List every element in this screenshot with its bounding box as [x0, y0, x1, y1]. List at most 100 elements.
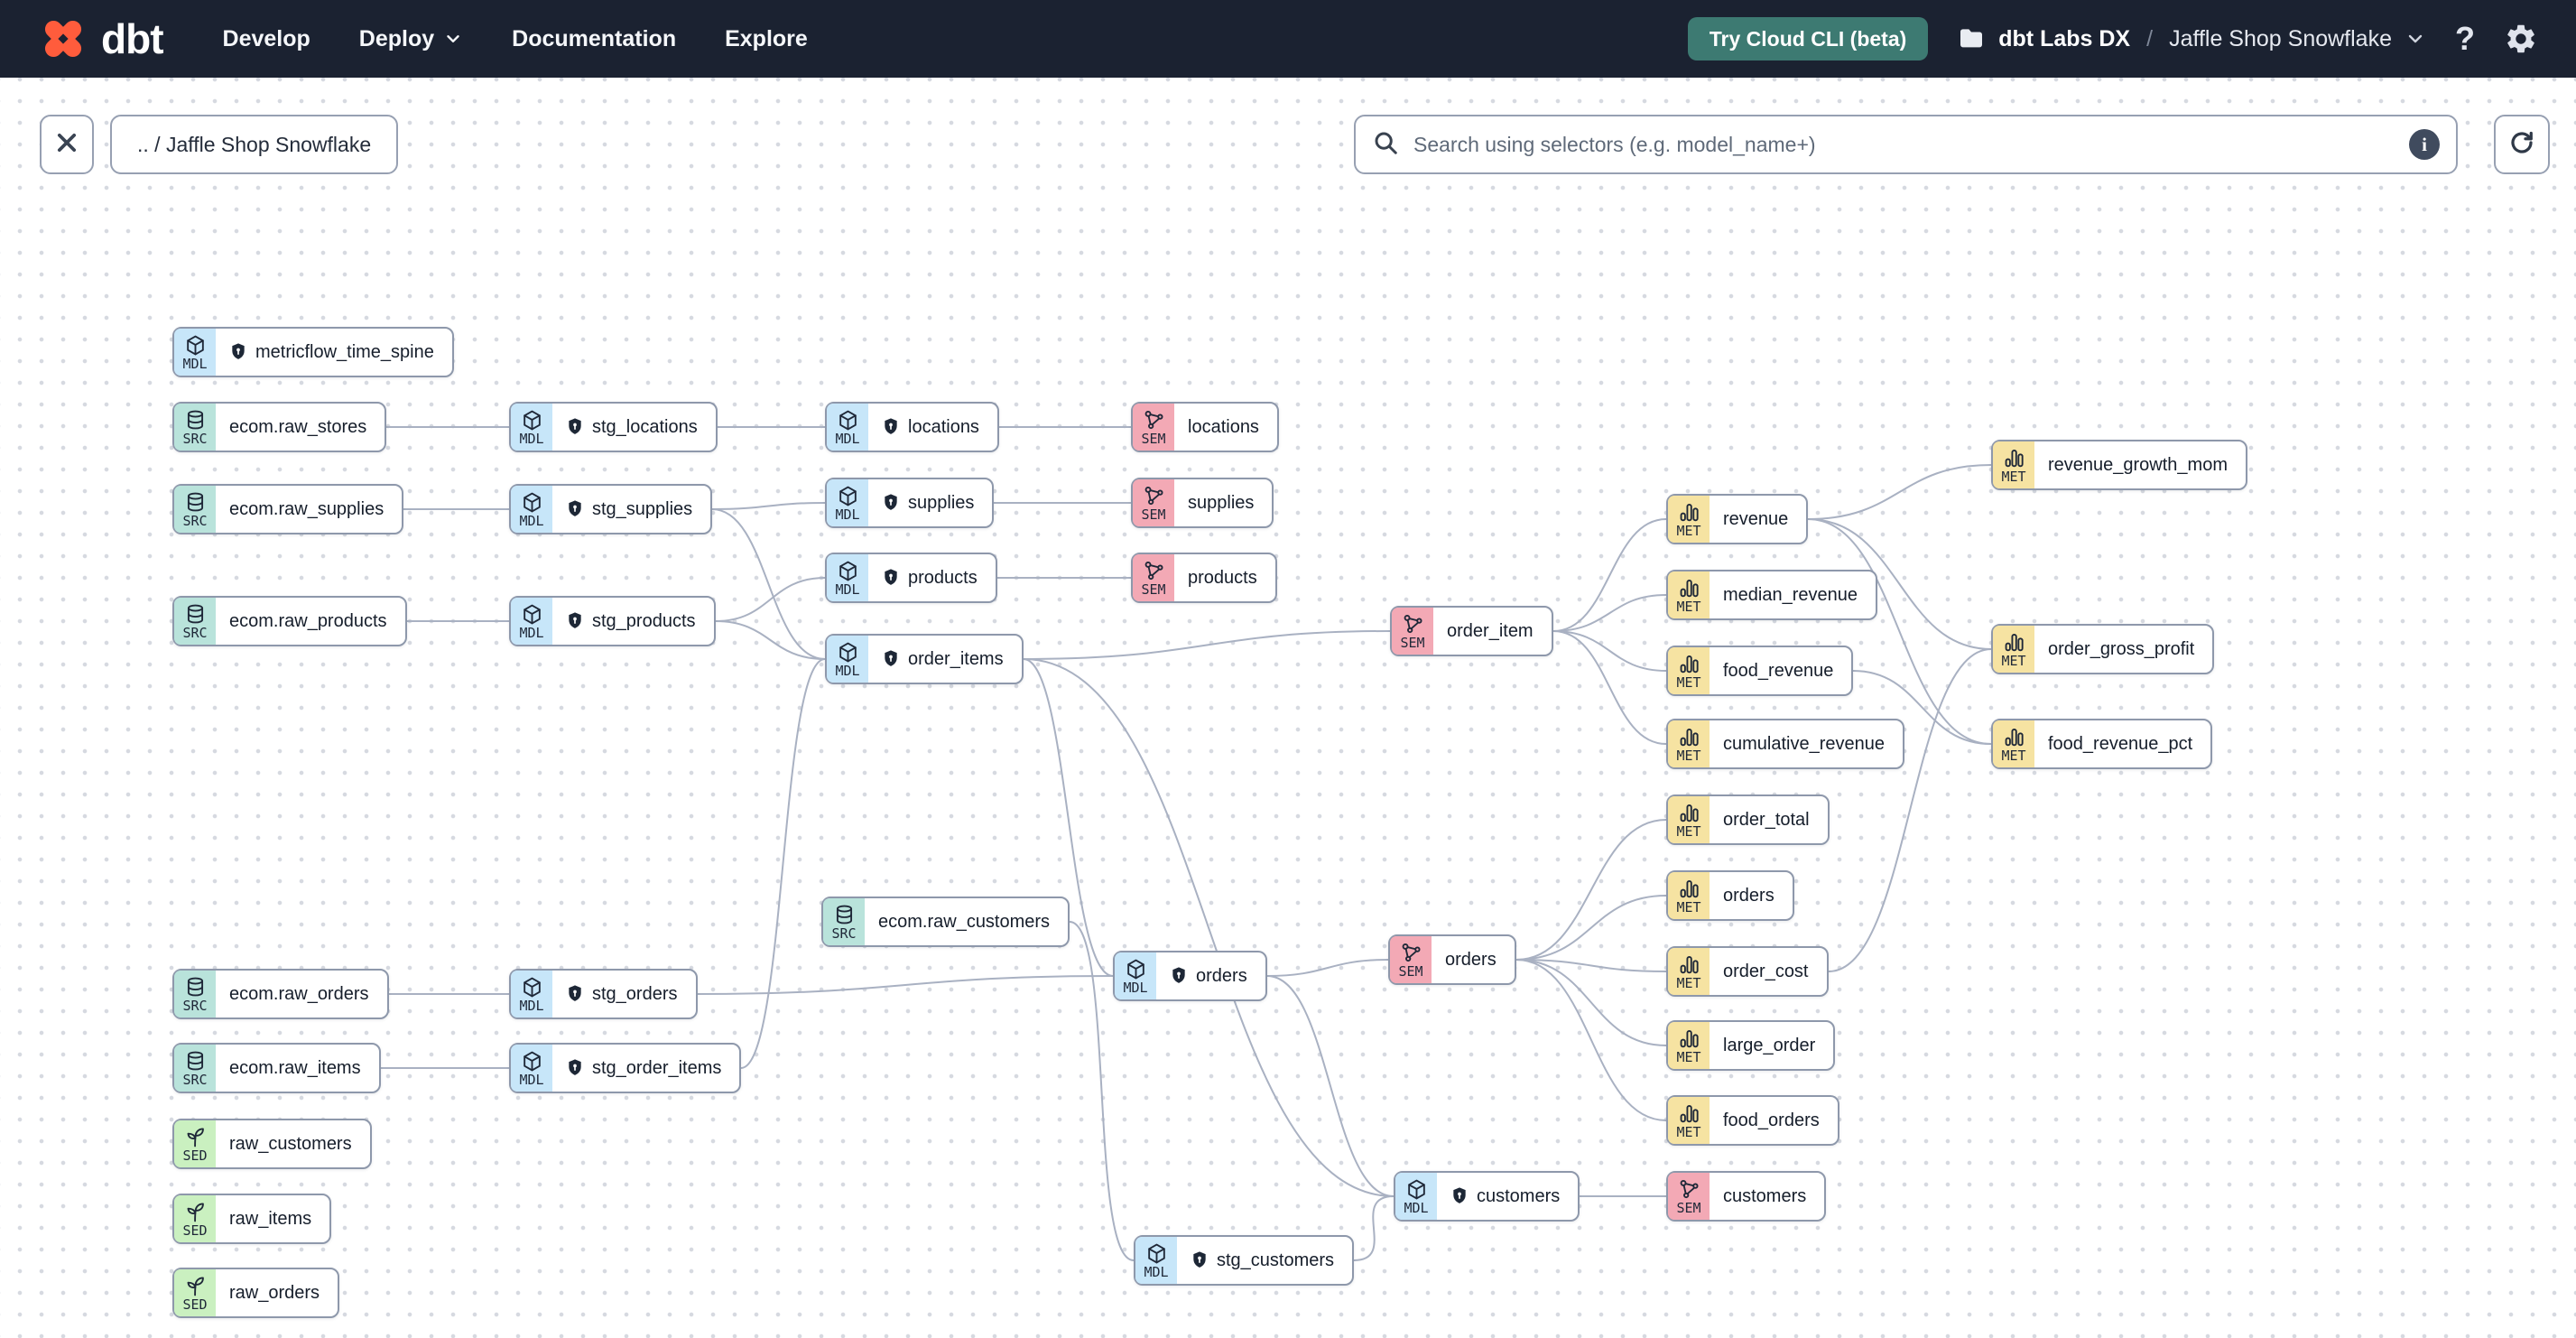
node-label: ecom.raw_stores: [216, 404, 385, 451]
node-ecom_raw_stores[interactable]: SRC ecom.raw_stores: [172, 402, 387, 452]
shield-badge-icon: [1170, 966, 1188, 986]
node-food_orders[interactable]: MET food_orders: [1666, 1095, 1839, 1146]
help-icon[interactable]: ?: [2455, 20, 2475, 58]
nav-item-explore[interactable]: Explore: [725, 26, 808, 52]
node-name: raw_orders: [229, 1282, 320, 1303]
node-label: ecom.raw_products: [216, 598, 405, 645]
search-input[interactable]: [1412, 131, 2396, 158]
nav-item-develop[interactable]: Develop: [223, 26, 310, 52]
shield-badge-icon: [882, 568, 900, 588]
node-name: order_items: [908, 648, 1004, 669]
node-label: food_revenue: [1710, 647, 1851, 694]
node-raw_orders[interactable]: SED raw_orders: [172, 1268, 340, 1318]
node-ecom_raw_customers[interactable]: SRC ecom.raw_customers: [821, 897, 1070, 947]
node-food_revenue[interactable]: MET food_revenue: [1666, 646, 1854, 696]
node-raw_customers[interactable]: SED raw_customers: [172, 1119, 372, 1169]
node-revenue_growth_mom[interactable]: MET revenue_growth_mom: [1991, 440, 2247, 490]
node-type-label: SRC: [831, 925, 857, 942]
refresh-button[interactable]: [2494, 115, 2550, 174]
node-name: stg_orders: [592, 983, 678, 1004]
gear-icon[interactable]: [2504, 22, 2538, 56]
top-navbar: dbt Develop Deploy Documentation Explore…: [0, 0, 2576, 78]
dbt-flame-x-icon: [38, 14, 88, 64]
node-products[interactable]: MDL products: [825, 553, 997, 603]
node-label: cumulative_revenue: [1710, 720, 1903, 767]
node-type-label: MDL: [835, 506, 860, 523]
node-name: ecom.raw_orders: [229, 983, 369, 1004]
node-name: locations: [1188, 416, 1259, 437]
lineage-canvas[interactable]: [0, 78, 2576, 1338]
node-name: orders: [1196, 965, 1247, 986]
nav-item-deploy[interactable]: Deploy: [359, 26, 463, 52]
node-customers[interactable]: MDL customers: [1394, 1171, 1580, 1222]
node-orders[interactable]: MDL orders: [1113, 951, 1267, 1001]
node-type-label: MDL: [519, 624, 544, 641]
semantic-model-icon: SEM: [1133, 479, 1174, 526]
node-locations_sem[interactable]: SEM locations: [1131, 402, 1279, 452]
semantic-model-icon: SEM: [1392, 608, 1433, 655]
node-supplies_sem[interactable]: SEM supplies: [1131, 478, 1274, 528]
dbt-logo[interactable]: dbt: [38, 14, 164, 64]
node-label: stg_orders: [552, 971, 696, 1017]
model-cube-icon: MDL: [511, 486, 552, 533]
node-supplies[interactable]: MDL supplies: [825, 478, 995, 528]
node-order_gross_profit[interactable]: MET order_gross_profit: [1991, 624, 2215, 674]
node-type-label: MDL: [1123, 979, 1148, 996]
node-stg_order_items[interactable]: MDL stg_order_items: [509, 1043, 742, 1093]
node-products_sem[interactable]: SEM products: [1131, 553, 1277, 603]
node-ecom_raw_supplies[interactable]: SRC ecom.raw_supplies: [172, 484, 404, 534]
node-median_revenue[interactable]: MET median_revenue: [1666, 570, 1877, 620]
node-stg_orders[interactable]: MDL stg_orders: [509, 969, 698, 1019]
metric-bars-icon: MET: [1993, 441, 2034, 488]
info-icon[interactable]: i: [2409, 129, 2440, 160]
model-cube-icon: MDL: [511, 404, 552, 451]
node-large_order[interactable]: MET large_order: [1666, 1020, 1836, 1071]
model-cube-icon: MDL: [511, 971, 552, 1017]
node-metricflow_time_spine[interactable]: MDL metricflow_time_spine: [172, 327, 454, 377]
node-order_item_sem[interactable]: SEM order_item: [1390, 606, 1553, 656]
node-name: food_orders: [1723, 1110, 1820, 1130]
node-stg_customers[interactable]: MDL stg_customers: [1134, 1235, 1355, 1286]
node-ecom_raw_products[interactable]: SRC ecom.raw_products: [172, 596, 407, 646]
try-cloud-cli-button[interactable]: Try Cloud CLI (beta): [1687, 17, 1929, 60]
shield-badge-icon: [1450, 1186, 1469, 1206]
node-order_items[interactable]: MDL order_items: [825, 634, 1024, 684]
node-label: ecom.raw_orders: [216, 971, 387, 1017]
node-name: supplies: [1188, 492, 1255, 513]
nav-item-documentation[interactable]: Documentation: [512, 26, 676, 52]
semantic-model-icon: SEM: [1133, 554, 1174, 601]
node-orders_met[interactable]: MET orders: [1666, 870, 1794, 921]
lineage-breadcrumb[interactable]: .. / Jaffle Shop Snowflake: [110, 115, 399, 174]
close-icon: [54, 130, 79, 160]
close-lineage-button[interactable]: [40, 115, 94, 174]
node-stg_locations[interactable]: MDL stg_locations: [509, 402, 718, 452]
folder-icon: [1957, 24, 1986, 53]
model-cube-icon: MDL: [1135, 1237, 1177, 1284]
node-locations[interactable]: MDL locations: [825, 402, 999, 452]
seed-sprout-icon: SED: [174, 1120, 216, 1167]
node-customers_sem[interactable]: SEM customers: [1666, 1171, 1827, 1222]
node-order_cost[interactable]: MET order_cost: [1666, 946, 1829, 997]
node-revenue[interactable]: MET revenue: [1666, 494, 1809, 544]
node-order_total[interactable]: MET order_total: [1666, 794, 1830, 845]
chevron-down-icon: [443, 29, 463, 49]
node-raw_items[interactable]: SED raw_items: [172, 1194, 332, 1244]
node-type-label: SED: [182, 1296, 208, 1313]
node-type-label: MDL: [1404, 1199, 1429, 1216]
node-cumulative_revenue[interactable]: MET cumulative_revenue: [1666, 719, 1904, 769]
node-ecom_raw_orders[interactable]: SRC ecom.raw_orders: [172, 969, 389, 1019]
node-label: order_items: [868, 636, 1022, 683]
node-stg_supplies[interactable]: MDL stg_supplies: [509, 484, 713, 534]
node-label: order_cost: [1710, 948, 1827, 995]
node-ecom_raw_items[interactable]: SRC ecom.raw_items: [172, 1043, 381, 1093]
node-type-label: MDL: [519, 430, 544, 447]
semantic-model-icon: SEM: [1390, 936, 1432, 983]
node-type-label: MET: [2001, 652, 2026, 669]
node-stg_products[interactable]: MDL stg_products: [509, 596, 716, 646]
node-label: stg_locations: [552, 404, 716, 451]
node-type-label: MET: [2001, 468, 2026, 485]
node-food_revenue_pct[interactable]: MET food_revenue_pct: [1991, 719, 2213, 769]
node-type-label: SRC: [182, 1071, 208, 1088]
node-orders_sem[interactable]: SEM orders: [1388, 934, 1516, 985]
account-switcher[interactable]: dbt Labs DX / Jaffle Shop Snowflake: [1957, 24, 2426, 53]
